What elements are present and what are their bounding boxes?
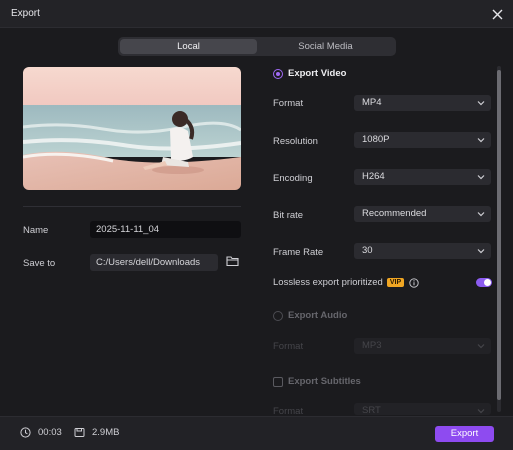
save-path-input[interactable]: C:/Users/dell/Downloads [90, 254, 218, 271]
chevron-down-icon [477, 138, 485, 143]
lossless-toggle[interactable] [476, 278, 492, 287]
export-audio-option[interactable]: Export Audio [273, 310, 347, 321]
scrollbar-thumb[interactable] [497, 70, 501, 400]
subtitle-format-select: SRT [354, 403, 491, 415]
tab-local[interactable]: Local [120, 39, 257, 54]
bit-rate-label: Bit rate [273, 210, 304, 221]
chevron-down-icon [477, 175, 485, 180]
footer-bar: 00:03 2.9MB Export [0, 416, 513, 450]
clock-icon [20, 427, 31, 438]
export-subtitles-option[interactable]: Export Subtitles [273, 376, 361, 387]
export-subtitles-header: Export Subtitles [288, 376, 361, 387]
close-button[interactable] [487, 4, 507, 24]
file-size-value: 2.9MB [92, 427, 120, 438]
folder-icon [226, 256, 239, 267]
export-tabs: Local Social Media [118, 37, 396, 56]
export-video-option[interactable]: Export Video [273, 68, 346, 79]
resolution-value: 1080P [362, 134, 390, 145]
chevron-down-icon [477, 212, 485, 217]
file-size-icon [74, 428, 85, 437]
left-divider [23, 206, 241, 207]
export-audio-radio[interactable] [273, 310, 283, 321]
lossless-label: Lossless export prioritized [273, 277, 383, 288]
frame-rate-value: 30 [362, 245, 373, 256]
chevron-down-icon [477, 409, 485, 414]
info-icon[interactable] [409, 277, 419, 288]
audio-format-select: MP3 [354, 338, 491, 354]
bit-rate-value: Recommended [362, 208, 427, 219]
duration-info: 00:03 [20, 427, 62, 438]
encoding-select[interactable]: H264 [354, 169, 491, 185]
subtitle-format-value: SRT [362, 405, 381, 415]
bit-rate-select[interactable]: Recommended [354, 206, 491, 222]
title-bar: Export [0, 0, 513, 28]
export-button[interactable]: Export [435, 426, 494, 442]
window-title: Export [11, 8, 40, 19]
frame-rate-select[interactable]: 30 [354, 243, 491, 259]
audio-format-label: Format [273, 341, 304, 352]
format-value: MP4 [362, 97, 382, 108]
encoding-value: H264 [362, 171, 385, 182]
encoding-label: Encoding [273, 173, 313, 184]
duration-value: 00:03 [38, 427, 62, 438]
lossless-row: Lossless export prioritized VIP [273, 277, 419, 288]
resolution-label: Resolution [273, 136, 318, 147]
name-label: Name [23, 225, 49, 236]
chevron-down-icon [477, 101, 485, 106]
name-input[interactable]: 2025-11-11_04 [90, 221, 241, 238]
export-video-header: Export Video [288, 68, 347, 79]
frame-rate-label: Frame Rate [273, 247, 324, 258]
export-audio-header: Export Audio [288, 310, 348, 321]
settings-scrollbar[interactable] [497, 66, 501, 412]
chevron-down-icon [477, 344, 485, 349]
format-label: Format [273, 98, 304, 109]
video-preview-thumbnail [23, 67, 241, 190]
browse-folder-button[interactable] [226, 255, 240, 269]
audio-format-value: MP3 [362, 340, 382, 351]
save-to-label: Save to [23, 258, 56, 269]
export-subtitles-checkbox[interactable] [273, 376, 283, 387]
vip-badge: VIP [386, 278, 405, 287]
export-video-radio[interactable] [273, 68, 283, 79]
close-icon [492, 9, 502, 19]
file-size-info: 2.9MB [74, 427, 119, 438]
tab-social-media[interactable]: Social Media [257, 39, 394, 54]
format-select[interactable]: MP4 [354, 95, 491, 111]
chevron-down-icon [477, 249, 485, 254]
resolution-select[interactable]: 1080P [354, 132, 491, 148]
